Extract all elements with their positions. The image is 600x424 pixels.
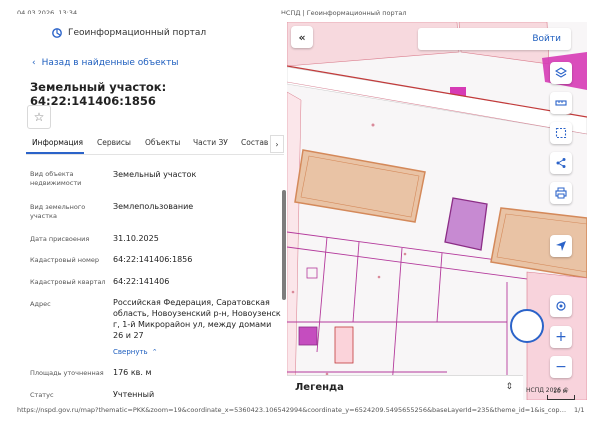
attr-label-cadastral-block: Кадастровый квартал [30,278,106,286]
ruler-icon [555,100,567,106]
chevron-left-icon: ‹ [32,58,36,68]
print-page-title: НСПД | Геоинформационный портал [281,9,407,17]
navigation-icon [556,241,566,251]
tab-information[interactable]: Информация [32,138,83,147]
double-chevron-left-icon: « [298,30,306,44]
map-view[interactable]: « Войти + − Легенда ⇕ НСПД 2026 © 10 м [287,22,587,400]
layers-icon [555,67,567,78]
attr-label-parcel-type: Вид земельного участка [30,203,86,220]
cadastral-map[interactable] [287,22,587,400]
attr-label-address: Адрес [30,300,51,308]
attr-label-assignment-date: Дата присвоения [30,235,90,243]
collapse-address-link[interactable]: Свернуть ⌃ [113,348,158,356]
attr-value-cadastral-number[interactable]: 64:22:141406:1856 [113,254,283,265]
tab-composition[interactable]: Состав [241,138,268,147]
chevron-right-icon: › [275,139,279,149]
print-page-number: 1/1 [574,406,585,414]
star-icon: ☆ [33,110,45,124]
panel-scrollbar-thumb[interactable] [282,190,286,300]
attr-value-area: 176 кв. м [113,368,152,377]
print-icon [555,187,567,199]
locate-button[interactable] [550,295,572,317]
share-button[interactable] [550,152,572,174]
attr-label-area: Площадь уточненная [30,369,104,377]
tab-objects[interactable]: Объекты [145,138,180,147]
attr-label-object-type: Вид объекта недвижимости [30,170,82,187]
attr-value-parcel-type: Землепользование [113,202,194,211]
attr-label-status: Статус [30,391,54,399]
attr-value-cadastral-block[interactable]: 64:22:141406 [113,276,283,287]
collapse-label: Свернуть [113,348,148,356]
legend-bar[interactable]: Легенда ⇕ [287,375,523,400]
favorite-button[interactable]: ☆ [27,105,51,129]
select-area-button[interactable] [550,122,572,144]
back-to-results-link[interactable]: ‹ Назад в найденные объекты [32,58,178,68]
scale-label: 10 м [553,388,568,395]
ruler-button[interactable] [550,92,572,114]
scale-bar [547,395,575,400]
object-info-panel: Геоинформационный портал ‹ Назад в найде… [0,14,287,400]
zoom-out-button[interactable]: − [550,356,572,378]
tab-parts[interactable]: Части ЗУ [193,138,228,147]
attr-value-address: Российская Федерация, Саратовская област… [113,298,281,340]
tab-services[interactable]: Сервисы [97,138,131,147]
chevron-up-icon: ⌃ [151,348,158,356]
attr-value-object-type: Земельный участок [113,170,197,179]
back-link-label: Назад в найденные объекты [41,58,179,68]
brand-name: Геоинформационный портал [68,28,207,38]
locate-icon [556,301,566,311]
map-search-box[interactable]: Войти [418,28,571,50]
attr-value-assignment-date: 31.10.2025 [113,234,159,243]
attr-value-status: Учтенный [113,390,155,399]
select-area-icon [555,127,567,139]
layers-button[interactable] [550,62,572,84]
object-tabs: Информация Сервисы Объекты Части ЗУ Сост… [26,134,284,155]
collapse-panel-button[interactable]: « [291,26,313,48]
attr-label-cadastral-number: Кадастровый номер [30,256,100,264]
zoom-in-icon: + [555,329,567,345]
print-button[interactable] [550,182,572,204]
page-title: Земельный участок: 64:22:141406:1856 [30,80,167,108]
legend-label: Легенда [295,382,344,393]
zoom-in-button[interactable]: + [550,326,572,348]
portal-logo-icon [52,28,62,38]
brand[interactable]: Геоинформационный портал [52,28,206,38]
active-tab-indicator [26,152,84,154]
zoom-out-icon: − [555,359,567,375]
navigation-button[interactable] [550,235,572,257]
print-url: https://nspd.gov.ru/map?thematic=PKK&zoo… [17,406,567,414]
login-link[interactable]: Войти [532,34,561,44]
share-icon [556,158,566,168]
chevron-up-down-icon: ⇕ [505,382,513,392]
